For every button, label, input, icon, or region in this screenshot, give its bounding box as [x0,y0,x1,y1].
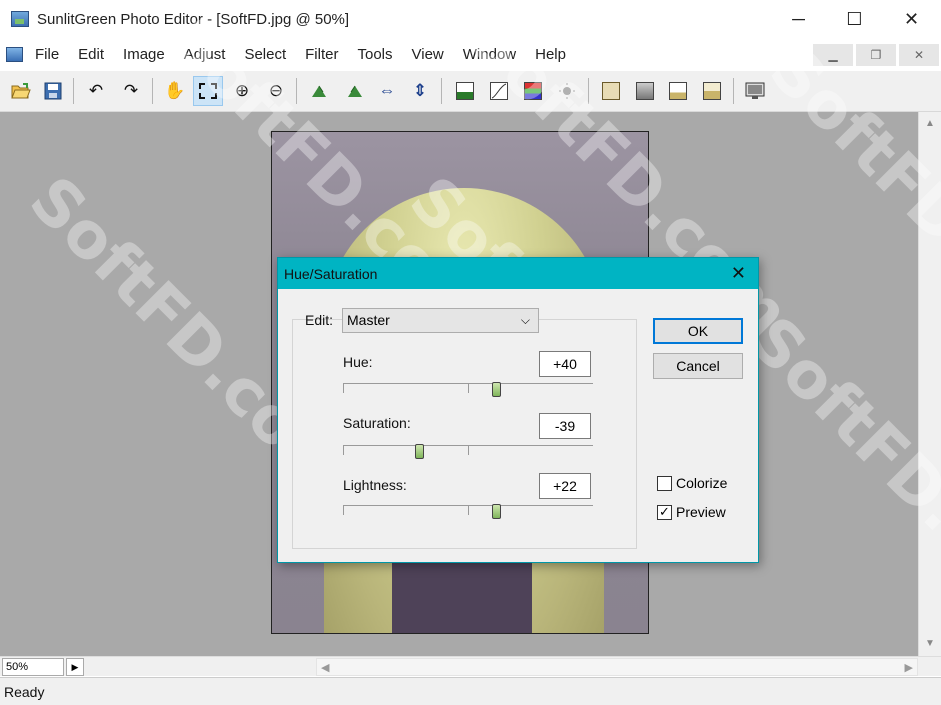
toolbar-separator [588,78,589,104]
colorize-checkbox-row[interactable]: Colorize [657,475,727,491]
chevron-down-icon: ⌵ [520,313,530,327]
preview-label: Preview [676,504,726,520]
menu-bar: File Edit Image Adjust Select Filter Too… [0,38,941,71]
scroll-up-icon[interactable]: ▲ [925,118,935,129]
toolbar-separator [152,78,153,104]
crop-icon[interactable] [596,76,626,106]
menu-help[interactable]: Help [535,46,566,63]
saturation-input[interactable]: -39 [539,413,591,439]
zoom-menu-arrow-icon[interactable]: ▶ [66,658,84,676]
menu-adjust[interactable]: Adjust [184,46,226,63]
lightness-label: Lightness: [343,477,407,493]
preview-checkbox-row[interactable]: ✓ Preview [657,504,726,520]
redo-icon[interactable]: ↷ [116,76,146,106]
toolbar-separator [296,78,297,104]
fullscreen-icon[interactable] [740,76,770,106]
status-text: Ready [4,684,45,700]
toolbar: ↶ ↷ ✋ ⊕ ⊖ ⇔ ⇕ [0,71,941,112]
brightness-icon[interactable] [552,76,582,106]
toolbar-separator [733,78,734,104]
saturation-slider[interactable] [343,444,593,459]
status-bar: Ready [0,677,941,705]
save-icon[interactable] [38,76,68,106]
document-info-icon[interactable] [663,76,693,106]
menu-select[interactable]: Select [244,46,286,63]
colorize-label: Colorize [676,475,728,491]
flip-horizontal-icon[interactable]: ⇔ [372,76,402,106]
mdi-restore-button[interactable]: ❐ [856,44,896,66]
dialog-title-bar[interactable]: Hue/Saturation ✕ [278,258,758,289]
dialog-title: Hue/Saturation [284,266,378,282]
minimize-button[interactable]: ─ [770,0,827,38]
undo-icon[interactable]: ↶ [81,76,111,106]
lightness-input[interactable]: +22 [539,473,591,499]
rect-select-icon[interactable] [193,76,223,106]
menu-file[interactable]: File [35,46,59,63]
saturation-label: Saturation: [343,415,411,431]
ok-button[interactable]: OK [653,318,743,344]
flip-vertical-icon[interactable]: ⇕ [405,76,435,106]
histogram-icon[interactable] [697,76,727,106]
cancel-button[interactable]: Cancel [653,353,743,379]
canvas-size-icon[interactable] [630,76,660,106]
maximize-button[interactable]: ☐ [826,0,883,38]
hue-slider-thumb[interactable] [491,382,501,397]
hue-input[interactable]: +40 [539,351,591,377]
scroll-left-icon[interactable]: ◀ [321,661,329,674]
edit-channel-select[interactable]: Master ⌵ [342,308,539,333]
saturation-slider-thumb[interactable] [415,444,425,459]
hue-slider[interactable] [343,382,593,397]
hand-tool-icon[interactable]: ✋ [160,76,190,106]
zoom-out-icon[interactable]: ⊖ [261,76,291,106]
document-icon[interactable] [6,47,23,62]
toolbar-separator [441,78,442,104]
horizontal-scrollbar[interactable]: ◀ ▶ [316,658,918,676]
zoom-level-field[interactable]: 50% [2,658,64,676]
zoom-in-icon[interactable]: ⊕ [227,76,257,106]
rotate-left-icon[interactable] [305,76,335,106]
lightness-slider[interactable] [343,504,593,519]
scroll-right-icon[interactable]: ▶ [905,661,913,674]
preview-checkbox[interactable]: ✓ [657,504,672,520]
edit-channel-value: Master [347,312,390,328]
close-button[interactable]: ✕ [883,0,940,38]
color-balance-icon[interactable] [518,76,548,106]
hue-label: Hue: [343,354,373,370]
rotate-right-icon[interactable] [339,76,369,106]
app-icon [11,11,29,27]
menu-view[interactable]: View [412,46,444,63]
mdi-minimize-button[interactable]: ▁ [813,44,853,66]
open-file-icon[interactable] [6,76,36,106]
vertical-scrollbar[interactable]: ▲ ▼ [918,112,941,656]
mdi-close-button[interactable]: ✕ [899,44,939,66]
menu-tools[interactable]: Tools [357,46,392,63]
window-title: SunlitGreen Photo Editor - [SoftFD.jpg @… [37,10,350,28]
colorize-checkbox[interactable] [657,475,672,491]
menu-window[interactable]: Window [463,46,516,63]
menu-filter[interactable]: Filter [305,46,338,63]
curves-icon[interactable] [484,76,514,106]
dialog-close-icon[interactable]: ✕ [731,263,746,284]
title-bar: SunlitGreen Photo Editor - [SoftFD.jpg @… [0,0,941,38]
levels-icon[interactable] [450,76,480,106]
lightness-slider-thumb[interactable] [491,504,501,519]
edit-label: Edit: [305,312,334,328]
zoom-bar: 50% ▶ ◀ ▶ [0,656,941,676]
menu-edit[interactable]: Edit [78,46,104,63]
toolbar-separator [73,78,74,104]
hue-saturation-dialog: Hue/Saturation ✕ Edit: Master ⌵ Hue: +40… [277,257,759,563]
scroll-down-icon[interactable]: ▼ [925,638,935,649]
menu-image[interactable]: Image [123,46,165,63]
